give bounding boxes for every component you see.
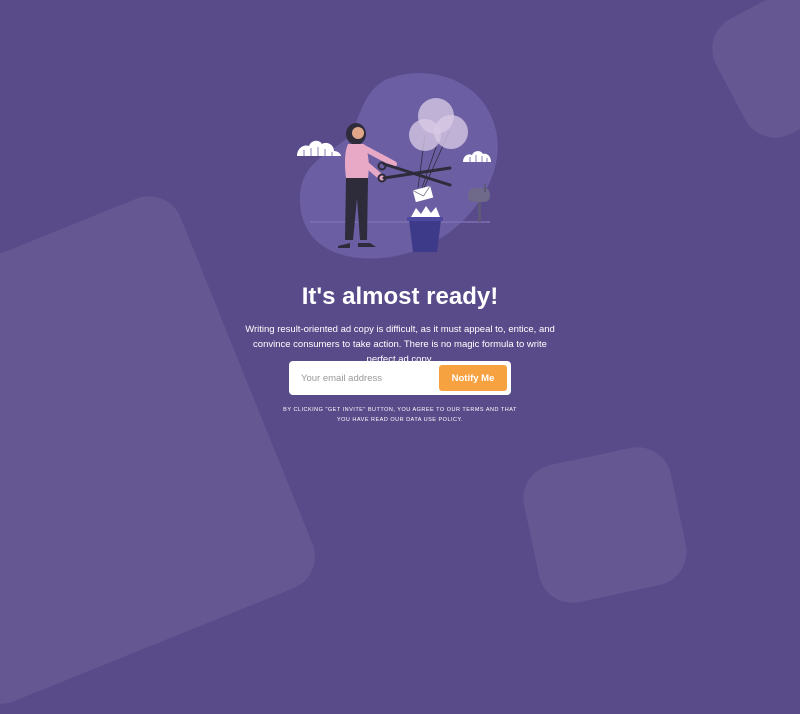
- hero-illustration: [290, 60, 510, 265]
- background-shape-bottom-right: [517, 440, 693, 610]
- illustration-blob: [299, 73, 498, 259]
- email-signup-form: Notify Me: [289, 361, 511, 395]
- notify-me-button[interactable]: Notify Me: [439, 365, 507, 391]
- email-input[interactable]: [293, 365, 433, 391]
- page-title: It's almost ready!: [301, 283, 499, 310]
- background-shape-left: [0, 185, 326, 714]
- terms-disclaimer: By clicking "Get Invite" button, you agr…: [283, 407, 517, 423]
- background-shape-top-right: [700, 0, 800, 150]
